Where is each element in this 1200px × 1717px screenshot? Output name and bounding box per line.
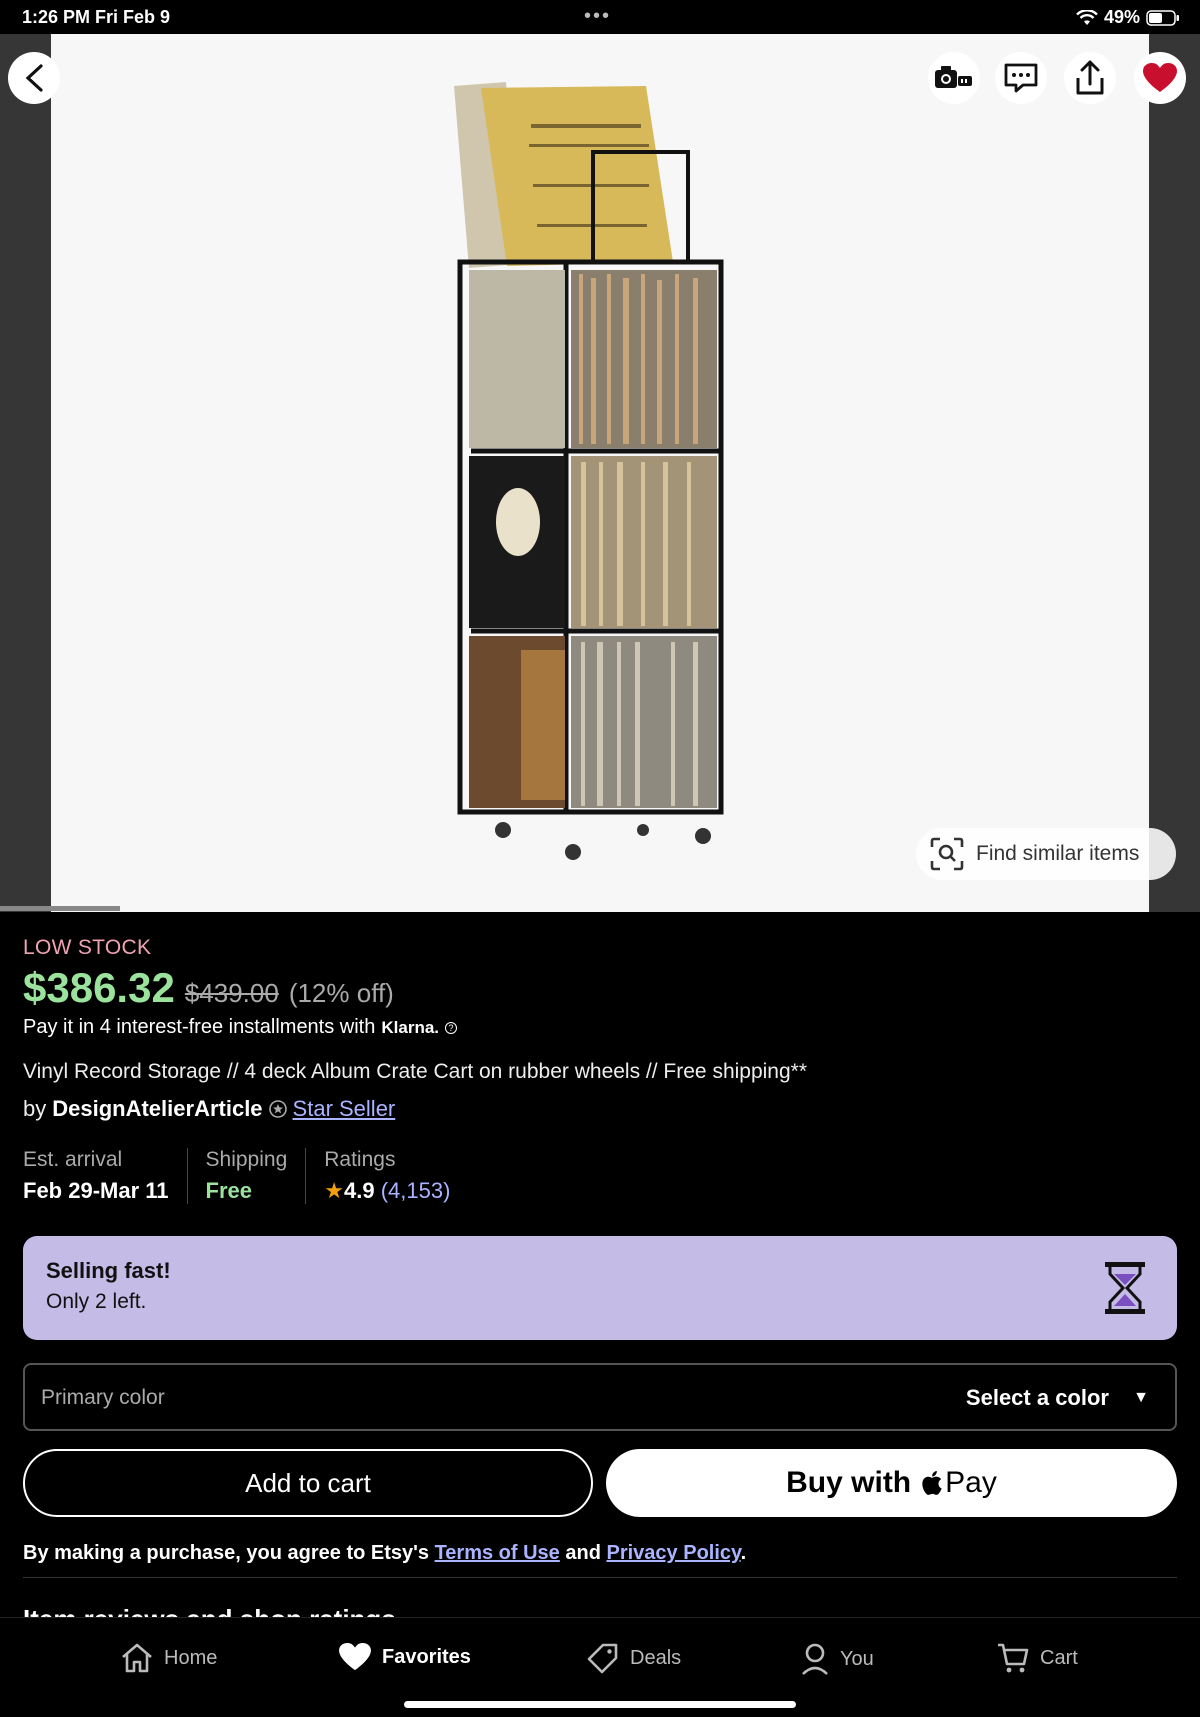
legal-prefix: By making a purchase, you agree to Etsy'… [23, 1542, 430, 1564]
ratings-value: ★4.9 (4,153) [324, 1178, 450, 1204]
price-row: $386.32 $439.00 (12% off) [23, 964, 394, 1012]
cart-icon [998, 1643, 1029, 1673]
seller-name-link[interactable]: DesignAtelierArticle [52, 1096, 262, 1122]
ratings-label: Ratings [324, 1148, 396, 1171]
product-image[interactable] [51, 34, 1149, 912]
primary-color-select[interactable]: Primary color Select a color ▼ [23, 1363, 1177, 1431]
message-seller-button[interactable] [995, 52, 1047, 104]
klarna-text: Pay it in 4 interest-free installments w… [23, 1016, 376, 1038]
legal-and: and [565, 1542, 601, 1564]
wheels [495, 822, 711, 860]
terms-link[interactable]: Terms of Use [435, 1542, 560, 1564]
tab-home[interactable]: Home [120, 1642, 217, 1674]
find-similar-label: Find similar items [976, 842, 1140, 865]
bottom-tab-bar: Home Favorites Deals You Cart [0, 1617, 1200, 1717]
shipping-stat: Shipping Free [206, 1148, 307, 1204]
selling-fast-banner: Selling fast! Only 2 left. [23, 1236, 1177, 1340]
shipping-label: Shipping [205, 1148, 288, 1171]
rating-score: 4.9 [343, 1178, 375, 1203]
tab-label: You [840, 1647, 874, 1670]
tab-label: Favorites [382, 1645, 471, 1668]
tab-label: Cart [1040, 1646, 1078, 1669]
heart-icon [1143, 63, 1177, 92]
shipping-value: Free [205, 1178, 252, 1203]
tab-cart[interactable]: Cart [996, 1642, 1078, 1674]
selling-fast-title: Selling fast! [46, 1258, 171, 1283]
legal-text: By making a purchase, you agree to Etsy'… [23, 1542, 746, 1565]
person-icon [802, 1643, 828, 1675]
primary-color-value: Select a color [965, 1385, 1109, 1410]
buy-with-label: Buy with [786, 1466, 912, 1499]
arrival-stat: Est. arrival Feb 29-Mar 11 [23, 1148, 188, 1204]
listing-stats: Est. arrival Feb 29-Mar 11 Shipping Free… [23, 1148, 486, 1204]
klarna-logo: Klarna. [381, 1017, 440, 1037]
arrival-label: Est. arrival [23, 1148, 123, 1171]
rating-count-link[interactable]: (4,153) [381, 1178, 451, 1203]
home-indicator[interactable] [404, 1701, 796, 1708]
tag-icon [587, 1643, 618, 1674]
add-to-cart-button[interactable]: Add to cart [23, 1449, 593, 1517]
arrival-value: Feb 29-Mar 11 [23, 1178, 169, 1203]
multitask-dots-icon[interactable]: ••• [584, 5, 611, 28]
carousel-progress-indicator [0, 906, 120, 911]
original-price: $439.00 [184, 978, 279, 1008]
favorite-button[interactable] [1134, 52, 1186, 104]
star-icon: ★ [324, 1178, 344, 1203]
view-in-room-button[interactable] [928, 52, 980, 104]
share-icon [1076, 60, 1104, 95]
klarna-installments[interactable]: Pay it in 4 interest-free installments w… [23, 1016, 458, 1039]
legal-suffix: . [740, 1542, 747, 1564]
ratings-stat[interactable]: Ratings ★4.9 (4,153) [324, 1148, 468, 1204]
chat-bubble-icon [1004, 63, 1038, 93]
status-indicators: 49% [1076, 7, 1180, 28]
product-image-carousel[interactable]: Find similar items [0, 34, 1200, 912]
tab-deals[interactable]: Deals [586, 1642, 681, 1674]
heart-icon [339, 1642, 371, 1671]
status-bar: 1:26 PM Fri Feb 9 ••• 49% [0, 0, 1200, 34]
share-button[interactable] [1064, 52, 1116, 104]
battery-icon [1146, 9, 1180, 26]
top-records [454, 82, 673, 268]
primary-color-label: Primary color [41, 1386, 165, 1409]
seller-row: by DesignAtelierArticle Star Seller [23, 1096, 395, 1122]
by-label: by [23, 1096, 47, 1121]
tab-label: Home [164, 1646, 218, 1669]
wifi-icon [1076, 9, 1098, 26]
visual-search-icon [930, 837, 964, 871]
discount-label: (12% off) [288, 978, 394, 1008]
tab-you[interactable]: You [800, 1642, 874, 1676]
tab-favorites[interactable]: Favorites [338, 1642, 471, 1672]
battery-percent: 49% [1103, 7, 1140, 27]
star-seller-badge-icon [268, 1100, 287, 1118]
reviews-section-heading: Item reviews and shop ratings [23, 1604, 396, 1618]
tab-label: Deals [630, 1646, 682, 1669]
selling-fast-subtitle: Only 2 left. [46, 1290, 147, 1313]
star-seller-link[interactable]: Star Seller [293, 1096, 396, 1122]
chevron-left-icon [25, 64, 43, 92]
low-stock-label: LOW STOCK [23, 936, 152, 959]
camera-ar-icon [935, 66, 972, 88]
back-button[interactable] [8, 52, 60, 104]
pay-label: Pay [945, 1466, 997, 1499]
apple-logo-icon [922, 1471, 942, 1495]
caret-down-icon: ▼ [1133, 1389, 1149, 1406]
sale-price: $386.32 [23, 964, 175, 1011]
hourglass-icon [1105, 1262, 1145, 1314]
apple-pay-mark: Pay [919, 1466, 997, 1500]
apple-pay-button[interactable]: Buy with Pay [606, 1449, 1177, 1517]
record-cart-illustration [454, 82, 724, 860]
find-similar-button[interactable]: Find similar items [916, 828, 1176, 880]
product-title: Vinyl Record Storage // 4 deck Album Cra… [23, 1060, 808, 1083]
privacy-link[interactable]: Privacy Policy [607, 1542, 741, 1564]
info-icon[interactable]: ? [445, 1021, 458, 1034]
status-time: 1:26 PM Fri Feb 9 [22, 7, 171, 27]
section-divider [23, 1577, 1177, 1578]
home-icon [122, 1643, 152, 1673]
